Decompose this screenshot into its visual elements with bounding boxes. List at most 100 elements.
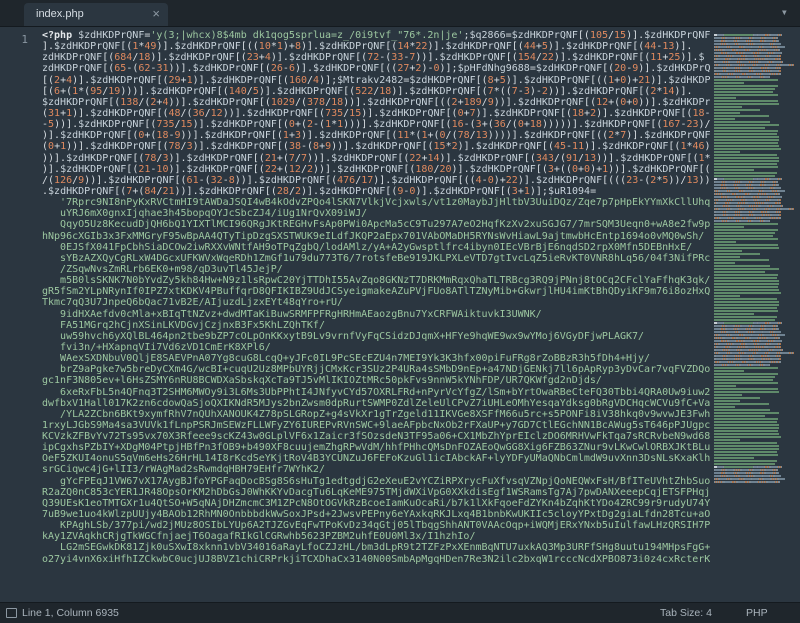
code-token: $zdHKDPrQNF (337, 163, 404, 175)
code-token: 44 (523, 41, 536, 53)
code-token: [( (132, 152, 145, 164)
code-token: 138 (120, 96, 139, 108)
code-token: )+ (493, 174, 506, 186)
syntax-selector[interactable]: PHP (746, 607, 768, 619)
minimap-segment (714, 445, 779, 447)
panel-toggle-icon[interactable] (6, 608, 17, 618)
code-token: 10 (258, 41, 271, 53)
minimap-segment (781, 466, 782, 468)
code-token: 17 (361, 174, 374, 186)
minimap-segment (714, 433, 779, 435)
minimap-segment (714, 439, 740, 441)
code-token: )+ (282, 41, 295, 53)
chevron-down-icon[interactable]: ▾ (781, 5, 788, 19)
code-token: [( (632, 41, 645, 53)
code-token: uYRJ6mX0gnxIjqhae3h45bopqOYJcSbcZJ4/iUg1… (42, 208, 368, 220)
minimap-segment (714, 247, 779, 249)
code-token: 62 (138, 63, 151, 75)
code-token: 14 (662, 85, 675, 97)
code-token: -( (638, 174, 651, 186)
code-token: Q39UEsK1eoTMTGXr1u4QtSO+W5qNAjDHZmcmC3M1… (42, 497, 710, 509)
code-text: <?php $zdHKDPrQNF='y(3;|whcx)8$4mb dk1qo… (42, 30, 710, 565)
tab-index-php[interactable]: index.php × (24, 3, 168, 26)
code-token: 91 (565, 152, 579, 164)
code-token: [( (102, 52, 115, 64)
code-line: 0EJSfX041FpCbhSiaDCOw2iwRXXvWNtfAH9oTPqZ… (42, 242, 710, 253)
code-token: )]. (650, 74, 669, 86)
code-token: $zdHKDPrQNF (409, 74, 476, 86)
minimap-segment (714, 160, 779, 162)
code-token: +( (608, 96, 621, 108)
code-token: /( (553, 152, 566, 164)
code-line: /(126/9))].$zdHKDPrQNF[(61-(32-8))].$zdH… (42, 175, 710, 186)
code-token: 7uB9we1uo4kWlzpUUjy4BAOb12RhMN0OnbbbdkWw… (42, 509, 710, 521)
code-line: OeF5ZKUI4onuS5qVm6eHs26HrHL14I8rKcdSeYKj… (42, 453, 710, 464)
minimap-segment (714, 376, 775, 378)
minimap-segment (724, 178, 753, 180)
code-token: [( (686, 152, 699, 164)
code-token: [( (120, 41, 133, 53)
minimap-segment (714, 448, 779, 450)
code-token: $zdHKDPrQNF (60, 130, 127, 142)
code-token: ))]. (343, 96, 368, 108)
code-token: +( (294, 119, 307, 131)
minimap-segment (781, 340, 782, 342)
code-token: [( (385, 185, 398, 197)
code-token: LG2mSEGwkDK81Zjk0uSXwI8xknn1vbV34016aRay… (42, 542, 710, 554)
minimap-segment (714, 442, 777, 444)
code-token: zdHKDPrQNF (42, 63, 103, 75)
code-line: gYcFPEqJ1VW67vX17AygBJfoYPGFaqDocBSg8S6s… (42, 476, 710, 487)
code-line: )].$zdHKDPrQNF[(21-10)].$zdHKDPrQNF[(22+… (42, 164, 710, 175)
code-token: )]. (517, 174, 536, 186)
code-token: 18 (529, 119, 542, 131)
minimap-segment (714, 427, 779, 429)
minimap-segment (714, 223, 778, 225)
code-token: -( (313, 119, 326, 131)
code-token: +(( (553, 163, 572, 175)
tab-size-selector[interactable]: Tab Size: 4 (660, 607, 712, 619)
minimap-segment (775, 331, 781, 333)
minimap-segment (714, 385, 736, 387)
code-token: )]. (415, 185, 434, 197)
code-token: )]. (391, 85, 410, 97)
minimap-segment (778, 472, 779, 474)
code-token: $zdHKDPrQNF (258, 174, 326, 186)
code-token: ]. (42, 41, 55, 53)
minimap-segment (780, 55, 781, 57)
code-token: $zdHKDPrQNF (288, 52, 356, 64)
code-token: $zdHKDPrQNF (662, 96, 710, 108)
minimap-segment (793, 352, 794, 354)
minimap-segment (782, 61, 783, 63)
close-icon[interactable]: × (152, 6, 160, 21)
code-token: 19 (108, 85, 121, 97)
code-token: '7Rprc9NI8nPyKxRVCtmHI9tAWDaJSQI4wB4kOdv… (42, 197, 710, 209)
minimap[interactable] (712, 30, 800, 602)
code-token: ))]. (608, 163, 633, 175)
code-token: 11 (397, 130, 410, 142)
code-token: /YLA2ZCbn6BKt9xymfRhV7nQUhXANOUK4Z78pSLG… (42, 408, 710, 420)
code-token: $zdHKDPrQNF (391, 174, 458, 186)
minimap-segment (714, 94, 778, 96)
code-editor[interactable]: <?php $zdHKDPrQNF='y(3;|whcx)8$4mb dk1qo… (42, 30, 710, 602)
code-line: /ZSqwNvsZmRLrb6EK0+m98/qD3uvTl45JejP/ (42, 264, 710, 275)
code-token: $zdHKDPrQNF (469, 163, 536, 175)
code-token: [( (42, 74, 55, 86)
code-token: 13 (475, 130, 488, 142)
code-line: kAy1ZVAqkhCRjgTkWGCfnjaejT6OagafRIkGlCGR… (42, 531, 710, 542)
code-token: $Mtrakv2482 (337, 74, 404, 86)
minimap-segment (714, 460, 777, 462)
code-token: )]. (301, 185, 320, 197)
code-token: OeF5ZKUI4onuS5qVm6eHs26HrHL14I8rKcdSeYKj… (42, 453, 710, 465)
code-token: -( (379, 52, 392, 64)
code-token: [( (216, 85, 229, 97)
minimap-segment (781, 322, 782, 324)
code-token: $zdHKDPrQNF (367, 96, 434, 108)
code-line: fvi3n/+HXapnqVIi7Vd6zVD1CmErK8XPl6/ (42, 342, 710, 353)
minimap-segment (779, 217, 781, 219)
code-token: [( (541, 141, 554, 153)
code-token: 22 (264, 163, 277, 175)
minimap-segment (779, 70, 781, 72)
minimap-segment (793, 208, 794, 210)
code-line: WAexSXDNbuV0QljE8SAEVPnA07Yg8cuG8LcqQ+yJ… (42, 353, 710, 364)
minimap-segment (779, 358, 781, 360)
